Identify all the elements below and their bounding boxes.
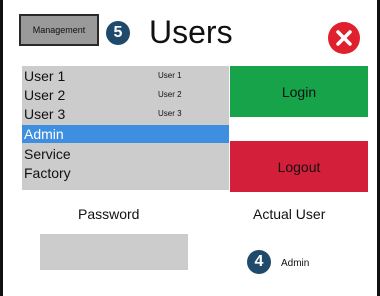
user-tag: User 2 [158,90,182,99]
management-badge: 5 [106,21,130,45]
user-name: Service [24,146,71,162]
actual-user-label: Actual User [253,206,326,222]
user-list-item-selected[interactable]: Admin [22,125,229,143]
user-name: User 1 [24,68,66,84]
user-list-item[interactable]: Service [22,145,229,163]
user-list-item[interactable]: User 1 User 1 [22,67,229,85]
user-name: Admin [24,126,64,142]
user-list-item[interactable]: User 3 User 3 [22,105,229,123]
login-button[interactable]: Login [230,66,368,117]
close-button[interactable] [328,22,360,54]
logout-button[interactable]: Logout [230,141,368,192]
actual-user-value: Admin [281,258,310,269]
user-list-item[interactable]: Factory [22,164,229,182]
actual-user-badge: 4 [247,250,271,274]
management-button[interactable]: Management [19,14,99,46]
user-name: Factory [24,165,71,181]
user-tag: User 1 [158,71,182,80]
user-tag: User 3 [158,109,182,118]
user-list-item[interactable]: User 2 User 2 [22,86,229,104]
user-name: User 2 [24,87,66,103]
close-x-icon [336,30,352,46]
password-label: Password [78,206,140,222]
password-field[interactable] [40,234,188,270]
user-list[interactable]: User 1 User 1 User 2 User 2 User 3 User … [22,66,229,190]
page-title: Users [149,14,233,50]
user-name: User 3 [24,106,66,122]
